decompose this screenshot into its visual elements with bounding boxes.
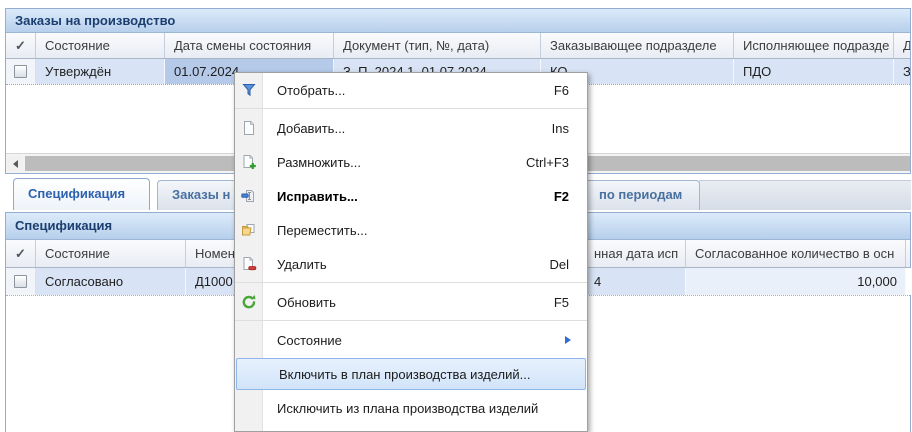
cell-executing-dept[interactable]: ПДО — [734, 59, 894, 84]
cell-extra[interactable] — [906, 268, 912, 295]
menu-item-label: Отобрать... — [277, 83, 345, 98]
row-checkbox[interactable] — [14, 275, 27, 288]
move-folder-icon — [235, 222, 263, 238]
menu-item-label: Размножить... — [277, 155, 361, 170]
orders-grid-header: ✓ Состояние Дата смены состояния Докумен… — [6, 33, 910, 59]
refresh-icon — [235, 294, 263, 310]
tab-by-periods[interactable]: по периодам — [578, 180, 700, 210]
cell-state[interactable]: Согласовано — [36, 268, 186, 295]
menu-item-shortcut: F2 — [554, 189, 587, 204]
column-header-ordering-dept[interactable]: Заказывающее подразделе — [541, 33, 734, 58]
menu-item-state[interactable]: Состояние — [235, 323, 587, 357]
menu-item-duplicate[interactable]: Размножить... Ctrl+F3 — [235, 145, 587, 179]
menu-item-edit[interactable]: Исправить... F2 — [235, 179, 587, 213]
menu-item-filter[interactable]: Отобрать... F6 — [235, 73, 587, 107]
column-header-extra[interactable]: Д — [894, 33, 910, 58]
menu-item-label: Состояние — [277, 333, 342, 348]
select-all-column-header[interactable]: ✓ — [6, 240, 36, 267]
menu-item-shortcut: F5 — [554, 295, 587, 310]
menu-item-refresh[interactable]: Обновить F5 — [235, 285, 587, 319]
menu-item-include-in-plan[interactable]: Включить в план производства изделий... — [236, 358, 586, 390]
delete-page-icon — [235, 256, 263, 272]
edit-page-icon — [235, 188, 263, 204]
scroll-left-arrow-icon — [13, 160, 18, 168]
menu-item-shortcut: F6 — [554, 83, 587, 98]
column-header-agreed-qty[interactable]: Согласованное количество в осн — [686, 240, 906, 267]
add-page-icon — [235, 120, 263, 136]
context-menu: Отобрать... F6 Добавить... Ins Размножит… — [234, 72, 588, 432]
check-icon: ✓ — [15, 38, 26, 53]
submenu-arrow-icon — [565, 336, 571, 344]
row-checkbox[interactable] — [14, 65, 27, 78]
menu-item-label: Переместить... — [277, 223, 367, 238]
menu-item-label: Обновить — [277, 295, 336, 310]
cell-state[interactable]: Утверждён — [36, 59, 165, 84]
select-all-column-header[interactable]: ✓ — [6, 33, 36, 58]
menu-item-delete[interactable]: Удалить Del — [235, 247, 587, 281]
column-header-executing-dept[interactable]: Исполняющее подразде — [734, 33, 894, 58]
menu-item-label: Удалить — [277, 257, 327, 272]
menu-item-shortcut: Ctrl+F3 — [526, 155, 587, 170]
duplicate-page-icon — [235, 154, 263, 170]
menu-item-shortcut: Del — [549, 257, 587, 272]
orders-panel-title: Заказы на производство — [6, 9, 910, 33]
menu-item-exclude-from-plan[interactable]: Исключить из плана производства изделий — [235, 391, 587, 425]
tabstrip-filler — [699, 180, 911, 210]
menu-item-label: Исправить... — [277, 189, 358, 204]
cell-extra[interactable]: З — [894, 59, 910, 84]
column-header-extra[interactable] — [906, 240, 912, 267]
column-header-document[interactable]: Документ (тип, №, дата) — [334, 33, 541, 58]
cell-agreed-qty[interactable]: 10,000 — [686, 268, 906, 295]
menu-item-label: Включить в план производства изделий... — [279, 367, 530, 382]
menu-item-label: Добавить... — [277, 121, 345, 136]
column-header-state[interactable]: Состояние — [36, 33, 165, 58]
scroll-left-button[interactable] — [7, 156, 23, 171]
filter-icon — [235, 82, 263, 98]
row-check-cell[interactable] — [6, 268, 36, 295]
check-icon: ✓ — [15, 246, 26, 261]
menu-item-shortcut: Ins — [552, 121, 587, 136]
column-header-state[interactable]: Состояние — [36, 240, 186, 267]
row-check-cell[interactable] — [6, 59, 36, 84]
menu-item-add[interactable]: Добавить... Ins — [235, 111, 587, 145]
tab-specification[interactable]: Спецификация — [13, 178, 150, 210]
column-header-state-change-date[interactable]: Дата смены состояния — [165, 33, 334, 58]
menu-item-label: Исключить из плана производства изделий — [277, 401, 538, 416]
menu-item-move[interactable]: Переместить... — [235, 213, 587, 247]
